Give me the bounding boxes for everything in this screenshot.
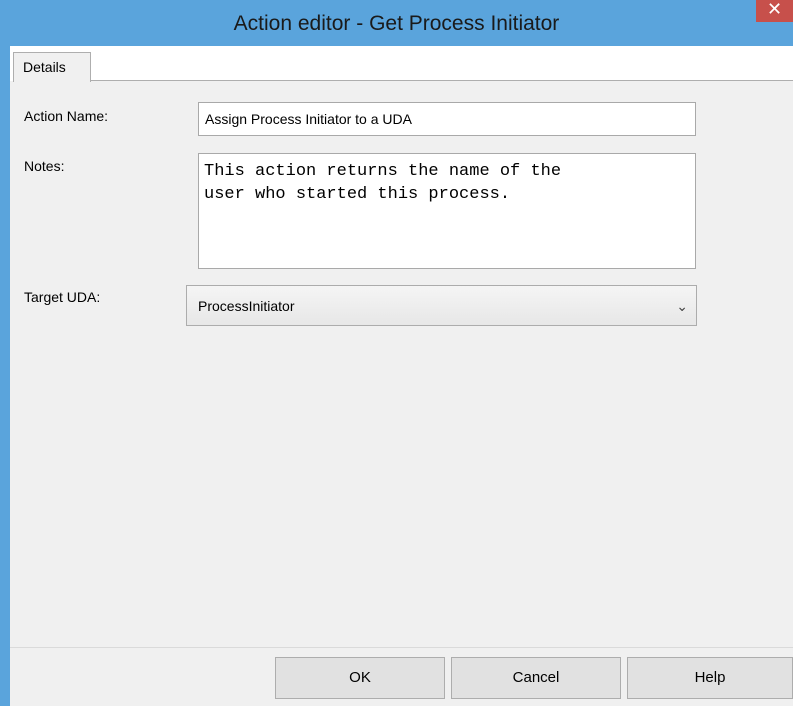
target-uda-select[interactable]: ProcessInitiator ⌄ bbox=[186, 285, 697, 326]
notes-textarea[interactable]: This action returns the name of the user… bbox=[198, 153, 696, 269]
action-name-label: Action Name: bbox=[24, 108, 109, 124]
cancel-button[interactable]: Cancel bbox=[451, 657, 621, 699]
ok-button[interactable]: OK bbox=[275, 657, 445, 699]
action-name-input[interactable] bbox=[198, 102, 696, 136]
dialog-client-area: Details Action Name: Notes: This action … bbox=[10, 46, 793, 706]
tab-strip: Details bbox=[10, 46, 793, 82]
close-icon: ✕ bbox=[766, 0, 783, 20]
notes-label: Notes: bbox=[24, 158, 65, 174]
tab-details[interactable]: Details bbox=[13, 52, 91, 82]
help-button[interactable]: Help bbox=[627, 657, 793, 699]
action-editor-window: Action editor - Get Process Initiator ✕ … bbox=[0, 0, 793, 706]
footer-divider bbox=[10, 647, 793, 648]
target-uda-label: Target UDA: bbox=[24, 289, 101, 305]
target-uda-value: ProcessInitiator bbox=[198, 298, 295, 314]
tab-divider bbox=[91, 80, 793, 81]
close-button[interactable]: ✕ bbox=[756, 0, 793, 22]
title-bar[interactable]: Action editor - Get Process Initiator ✕ bbox=[0, 0, 793, 46]
window-title: Action editor - Get Process Initiator bbox=[233, 12, 560, 35]
chevron-down-icon: ⌄ bbox=[676, 298, 688, 314]
